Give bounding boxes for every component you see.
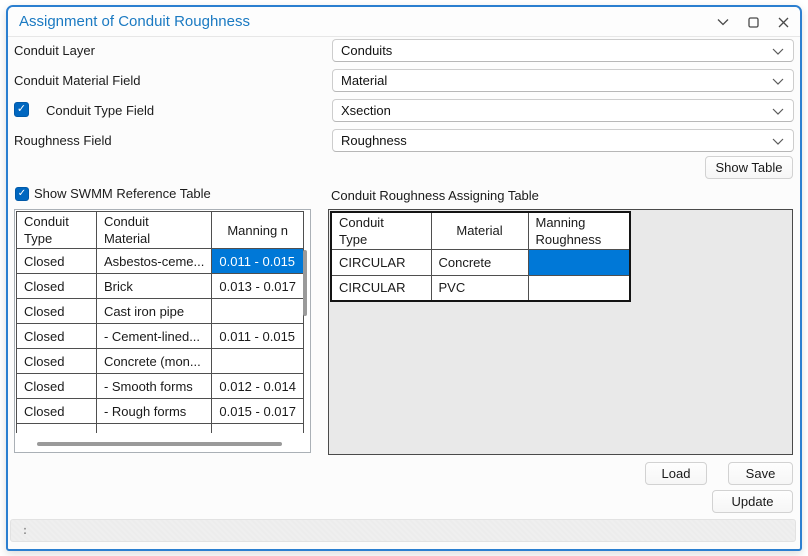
chevron-down-icon [772,108,784,115]
table-cell[interactable]: Concrete (mon... [95,348,213,374]
conduit-layer-select[interactable]: Conduits [332,39,794,62]
column-header[interactable]: Conduit Material [95,211,213,249]
assigning-table: Conduit Type Material Manning Roughness CIR… [330,211,631,302]
table-row: Closed Brick 0.013 - 0.017 [16,273,304,299]
selected-value: Material [341,73,388,88]
show-table-button[interactable]: Show Table [705,156,793,179]
window-controls [714,7,792,37]
resize-grip[interactable]: : [23,523,27,537]
table-row: CIRCULAR PVC [330,274,631,302]
checkmark-icon: ✓ [16,103,27,115]
table-cell[interactable]: 0.012 - 0.014 [211,373,304,399]
conduit-type-checkbox[interactable]: ✓ [14,102,29,117]
save-button[interactable]: Save [728,462,793,485]
table-cell[interactable] [211,298,304,324]
window-maximize-button[interactable] [744,13,762,31]
window-collapse-button[interactable] [714,13,732,31]
header-row: Conduit Type Conduit Material Manning n [16,211,304,249]
type-field-select[interactable]: Xsection [332,99,794,122]
table-cell[interactable] [527,248,631,276]
column-header[interactable]: Material [430,211,529,250]
dialog-window: Assignment of Conduit Roughness Conduit … [6,5,802,551]
table-row [16,423,304,433]
table-cell[interactable]: Asbestos-ceme... [95,248,213,274]
chevron-down-icon [772,138,784,145]
table-cell[interactable]: Closed [16,298,97,324]
selected-value: Roughness [341,133,407,148]
chevron-down-icon [772,48,784,55]
table-cell[interactable]: 0.015 - 0.017 [211,398,304,424]
table-cell[interactable]: - Smooth forms [95,373,213,399]
table-row: Closed - Rough forms 0.015 - 0.017 [16,398,304,424]
horizontal-scrollbar[interactable] [37,442,282,446]
table-cell[interactable]: Closed [16,373,97,399]
maximize-icon [747,16,759,28]
table-cell[interactable]: 0.011 - 0.015 [211,248,304,274]
assigning-table-panel: Conduit Type Material Manning Roughness CIR… [328,209,793,455]
table-cell[interactable] [211,423,304,433]
table-cell[interactable]: PVC [430,274,529,302]
column-header[interactable]: Conduit Type [330,211,432,250]
title-bar[interactable]: Assignment of Conduit Roughness [8,7,800,37]
material-field-select[interactable]: Material [332,69,794,92]
table-cell[interactable]: Closed [16,348,97,374]
table-cell[interactable]: Closed [16,323,97,349]
chevron-down-icon [772,78,784,85]
swmm-reference-table: Conduit Type Conduit Material Manning n Clo… [16,211,304,433]
load-button[interactable]: Load [645,462,707,485]
table-row: CIRCULAR Concrete [330,248,631,276]
table-row: Closed Asbestos-ceme... 0.011 - 0.015 [16,248,304,274]
table-cell[interactable]: Cast iron pipe [95,298,213,324]
conduit-type-field-label: Conduit Type Field [46,103,155,118]
table-cell[interactable]: 0.013 - 0.017 [211,273,304,299]
table-row: Closed Cast iron pipe [16,298,304,324]
roughness-field-label: Roughness Field [14,133,112,148]
conduit-layer-label: Conduit Layer [14,43,95,58]
table-cell[interactable]: CIRCULAR [330,274,432,302]
update-button[interactable]: Update [712,490,793,513]
table-cell[interactable] [95,423,213,433]
table-cell[interactable] [16,423,97,433]
table-cell[interactable]: - Cement-lined... [95,323,213,349]
table-cell[interactable]: Closed [16,248,97,274]
header-row: Conduit Type Material Manning Roughness [330,211,631,250]
table-cell[interactable]: Closed [16,273,97,299]
conduit-material-field-label: Conduit Material Field [14,73,141,88]
swmm-reference-table-container: Conduit Type Conduit Material Manning n Clo… [14,209,311,453]
selected-value: Conduits [341,43,393,58]
roughness-field-select[interactable]: Roughness [332,129,794,152]
table-cell[interactable] [211,348,304,374]
table-cell[interactable]: - Rough forms [95,398,213,424]
chevron-down-icon [717,19,729,26]
table-row: Closed - Smooth forms 0.012 - 0.014 [16,373,304,399]
table-cell[interactable]: CIRCULAR [330,248,432,276]
table-cell[interactable]: 0.011 - 0.015 [211,323,304,349]
checkmark-icon: ✓ [17,188,27,199]
table-cell[interactable]: Closed [16,398,97,424]
vertical-scrollbar[interactable] [303,250,307,316]
table-row: Closed Concrete (mon... [16,348,304,374]
window-close-button[interactable] [774,13,792,31]
window-title: Assignment of Conduit Roughness [19,13,250,30]
status-bar: : [10,519,796,542]
show-reference-checkbox[interactable]: ✓ [15,187,29,201]
assigning-table-label: Conduit Roughness Assigning Table [331,188,539,203]
show-reference-label: Show SWMM Reference Table [34,186,211,201]
table-cell[interactable] [527,274,631,302]
column-header[interactable]: Manning n [211,211,304,249]
selected-value: Xsection [341,103,391,118]
table-row: Closed - Cement-lined... 0.011 - 0.015 [16,323,304,349]
column-header[interactable]: Conduit Type [16,211,97,249]
close-icon [778,17,788,27]
table-cell[interactable]: Brick [95,273,213,299]
column-header[interactable]: Manning Roughness [527,211,631,250]
table-cell[interactable]: Concrete [430,248,529,276]
